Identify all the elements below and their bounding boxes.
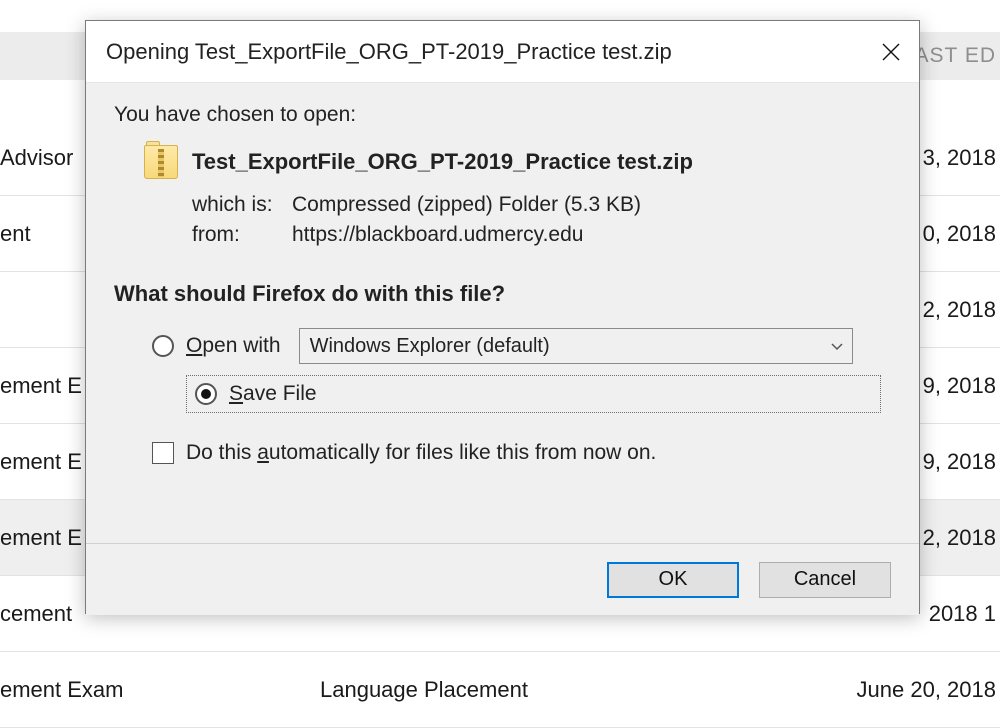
which-is-label: which is: [192,193,292,217]
table-cell: ement E [0,449,82,475]
from-value: https://blackboard.udmercy.edu [292,223,583,247]
which-is-value: Compressed (zipped) Folder (5.3 KB) [292,193,641,217]
auto-row: Do this automatically for files like thi… [152,441,891,465]
dialog-title: Opening Test_ExportFile_ORG_PT-2019_Prac… [106,39,863,65]
table-cell: cement [0,601,72,627]
chosen-text: You have chosen to open: [114,103,891,127]
save-file-label[interactable]: Save File [229,382,317,406]
close-button[interactable] [863,21,919,83]
table-cell: ent [0,221,31,247]
dialog-titlebar: Opening Test_ExportFile_ORG_PT-2019_Prac… [86,21,919,83]
dialog-body: You have chosen to open: Test_ExportFile… [86,83,919,615]
dialog-footer: OK Cancel [86,543,919,615]
zip-folder-icon [144,141,178,183]
table-cell: 9, 2018 [923,373,996,399]
table-cell: 2018 1 [929,601,996,627]
action-question: What should Firefox do with this file? [114,281,891,307]
filename: Test_ExportFile_ORG_PT-2019_Practice tes… [192,149,693,175]
table-cell: Advisor [0,145,73,171]
which-is-row: which is: Compressed (zipped) Folder (5.… [192,193,891,217]
table-cell: 0, 2018 [923,221,996,247]
auto-label[interactable]: Do this automatically for files like thi… [186,441,656,465]
table-row[interactable]: ement ExamLanguage PlacementJune 20, 201… [0,652,1000,728]
chevron-down-icon [830,339,844,353]
ok-button[interactable]: OK [607,562,739,598]
auto-checkbox[interactable] [152,442,174,464]
open-with-row: Open with Windows Explorer (default) [152,323,891,369]
save-file-radio[interactable] [195,383,217,405]
table-cell: 2, 2018 [923,297,996,323]
open-with-radio[interactable] [152,335,174,357]
open-with-label[interactable]: Open with [186,334,281,358]
download-dialog: Opening Test_ExportFile_ORG_PT-2019_Prac… [85,20,920,614]
open-with-app-value: Windows Explorer (default) [310,335,550,358]
table-cell: 3, 2018 [923,145,996,171]
bg-header-lastedited: AST ED [915,44,1000,68]
file-line: Test_ExportFile_ORG_PT-2019_Practice tes… [144,141,891,183]
table-cell: 2, 2018 [923,525,996,551]
table-cell: ement E [0,525,82,551]
cancel-button[interactable]: Cancel [759,562,891,598]
table-cell: ement E [0,373,82,399]
open-with-app-select[interactable]: Windows Explorer (default) [299,328,853,364]
from-row: from: https://blackboard.udmercy.edu [192,223,891,247]
table-cell: 9, 2018 [923,449,996,475]
from-label: from: [192,223,292,247]
close-icon [882,43,900,61]
save-file-focus-frame: Save File [186,375,881,413]
